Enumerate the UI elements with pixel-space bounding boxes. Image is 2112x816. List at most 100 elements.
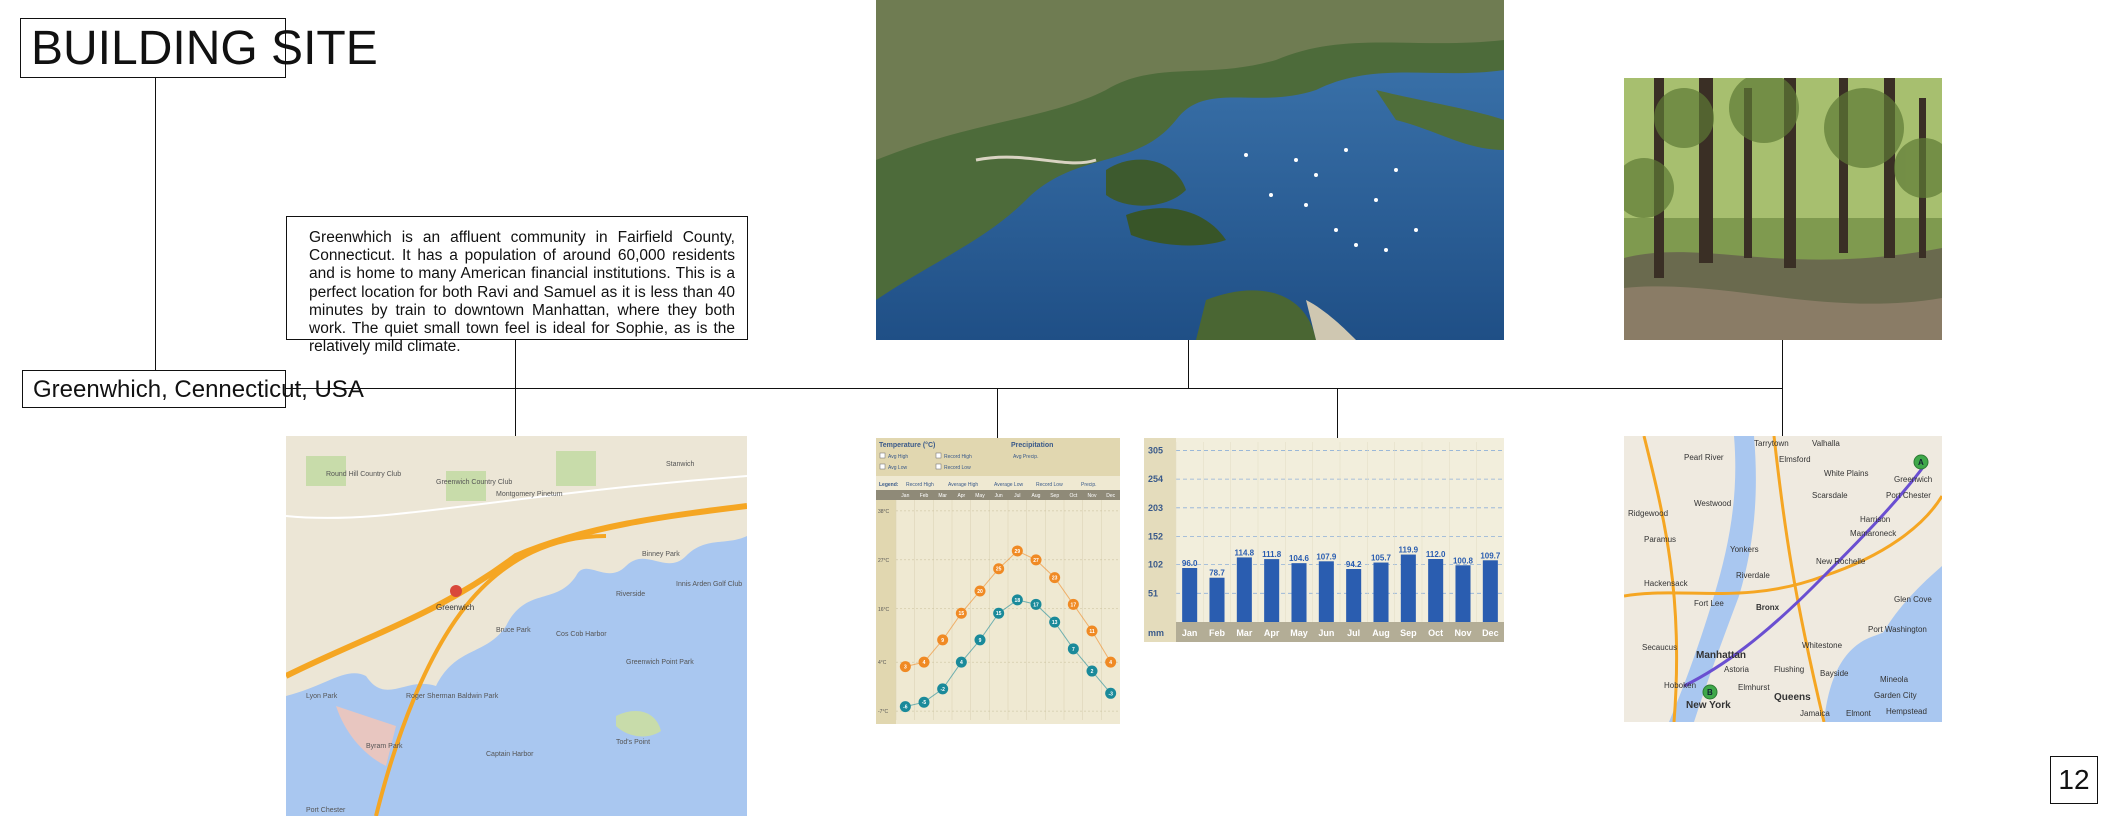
climate-point-label: 4 bbox=[960, 660, 963, 666]
precip-month-label: Jul bbox=[1347, 628, 1360, 638]
map2-label-9: New Rochelle bbox=[1816, 557, 1866, 566]
map2-label-8: Greenwich bbox=[1894, 475, 1932, 484]
map2-label-30: Jamaica bbox=[1800, 709, 1830, 718]
legend-item-0: Record High bbox=[906, 482, 934, 488]
precip-value-label: 78.7 bbox=[1209, 569, 1225, 578]
climate-point-label: 25 bbox=[996, 567, 1002, 573]
map1-label-7: Tod's Point bbox=[616, 739, 650, 746]
climate-y-tick: 4°C bbox=[878, 660, 887, 666]
map1-label-4: Bruce Park bbox=[496, 627, 531, 634]
precip-month-label: May bbox=[1290, 628, 1308, 638]
map2-label-7: Port Chester bbox=[1886, 491, 1931, 500]
precip-y-tick: 152 bbox=[1148, 532, 1163, 542]
site-description: Greenwhich is an affluent community in F… bbox=[286, 216, 748, 355]
map2-label-11: Bronx bbox=[1756, 603, 1780, 612]
precipitation-chart: 305 254 203 152 102 51 96.0 78.7 114.8 111.8 104.… bbox=[1144, 438, 1504, 642]
map2-label-12: Fort Lee bbox=[1694, 599, 1724, 608]
map1-label-0: Round Hill Country Club bbox=[326, 471, 401, 478]
precip-value-label: 94.2 bbox=[1346, 560, 1362, 569]
precip-month-label: Apr bbox=[1264, 628, 1280, 638]
timeline-axis bbox=[286, 388, 1783, 389]
map2-label-10: Yonkers bbox=[1730, 545, 1759, 554]
map2-label-2: Elmsford bbox=[1779, 455, 1811, 464]
map2-label-32: Hoboken bbox=[1664, 681, 1696, 690]
option-record-low-checkbox[interactable] bbox=[935, 463, 942, 470]
map2-label-28: Hempstead bbox=[1886, 707, 1927, 716]
map2-label-34: Riverdale bbox=[1736, 571, 1770, 580]
map2-label-31: Elmhurst bbox=[1738, 683, 1770, 692]
map1-label-10: Riverside bbox=[616, 591, 645, 598]
precip-value-label: 109.7 bbox=[1480, 551, 1501, 560]
climate-month-label: Feb bbox=[920, 493, 929, 499]
climate-point-label: -2 bbox=[940, 687, 945, 693]
map1-label-6: Byram Park bbox=[366, 743, 403, 750]
map1-label-5: Roger Sherman Baldwin Park bbox=[406, 693, 499, 700]
map1-label-1: Greenwich Country Club bbox=[436, 479, 512, 486]
precip-ylabel: mm bbox=[1148, 628, 1164, 638]
map2-label-33: Secaucus bbox=[1642, 643, 1677, 652]
precip-bar bbox=[1455, 565, 1471, 622]
climate-month-label: May bbox=[975, 493, 985, 499]
climate-month-label: Apr bbox=[957, 493, 965, 499]
precip-month-label: Nov bbox=[1454, 628, 1471, 638]
legend-item-1: Average High bbox=[948, 482, 978, 488]
map2-label-14: Paramus bbox=[1644, 535, 1676, 544]
climate-point-label: 23 bbox=[1052, 576, 1058, 582]
map2-label-23: Bayside bbox=[1820, 669, 1849, 678]
marker-b-label: B bbox=[1707, 688, 1713, 697]
climate-month-label: Jul bbox=[1014, 493, 1020, 499]
climate-y-tick: 16°C bbox=[878, 607, 890, 613]
precip-y-tick: 203 bbox=[1148, 503, 1163, 513]
map2-label-4: Scarsdale bbox=[1812, 491, 1848, 500]
legend-item-3: Record Low bbox=[1036, 482, 1063, 488]
map2-label-20: Queens bbox=[1774, 692, 1811, 703]
climate-point-label: 27 bbox=[1033, 558, 1039, 564]
option-avg-low-checkbox[interactable] bbox=[879, 463, 886, 470]
climate-point-label: -3 bbox=[1108, 691, 1113, 697]
page-title: BUILDING SITE bbox=[20, 18, 378, 78]
climate-point-label: 20 bbox=[977, 589, 983, 595]
precip-bar bbox=[1400, 554, 1416, 622]
precip-value-label: 96.0 bbox=[1182, 559, 1198, 568]
option-record-high-checkbox[interactable] bbox=[935, 452, 942, 459]
precip-value-label: 100.8 bbox=[1453, 556, 1474, 565]
location-label: Greenwhich, Cennecticut, USA bbox=[22, 370, 364, 408]
forest-photo bbox=[1624, 78, 1942, 340]
map1-label-16: Port Chester bbox=[306, 807, 346, 814]
climate-temp-header: Temperature (°C) bbox=[879, 441, 935, 449]
map1-label-9: Innis Arden Golf Club bbox=[676, 581, 742, 588]
climate-month-label: Dec bbox=[1106, 493, 1115, 499]
climate-month-label: Jun bbox=[995, 493, 1003, 499]
climate-point-label: 9 bbox=[979, 638, 982, 644]
climate-point-label: 17 bbox=[1033, 602, 1039, 608]
climate-y-tick: 38°C bbox=[878, 509, 890, 515]
map1-label-15: Lyon Park bbox=[306, 693, 338, 700]
marker-a-label: A bbox=[1918, 458, 1924, 467]
map1-label-8: Binney Park bbox=[642, 551, 680, 558]
climate-point-label: 9 bbox=[941, 638, 944, 644]
map1-label-12: Greenwich Point Park bbox=[626, 659, 694, 666]
climate-y-tick: 27°C bbox=[878, 558, 890, 564]
precip-bar bbox=[1373, 562, 1389, 622]
greenwich-local-map: Round Hill Country Club Greenwich Countr… bbox=[286, 436, 747, 816]
climate-point-label: 29 bbox=[1015, 549, 1021, 555]
precip-y-tick: 305 bbox=[1148, 445, 1163, 455]
climate-month-label: Nov bbox=[1088, 493, 1097, 499]
map2-label-26: Mineola bbox=[1880, 675, 1909, 684]
climate-point-label: 15 bbox=[996, 611, 1002, 617]
precip-month-label: Sep bbox=[1400, 628, 1417, 638]
map2-label-5: Harrison bbox=[1860, 515, 1890, 524]
precip-bar bbox=[1318, 561, 1334, 622]
title-connector bbox=[155, 78, 156, 370]
climate-chart: Temperature (°C) Precipitation Avg High … bbox=[876, 438, 1120, 724]
climate-precip-header: Precipitation bbox=[1011, 442, 1053, 449]
precip-value-label: 104.6 bbox=[1289, 554, 1310, 563]
precip-bar bbox=[1209, 577, 1225, 622]
climate-point-label: 17 bbox=[1071, 602, 1077, 608]
option-avg-high-checkbox[interactable] bbox=[879, 452, 886, 459]
map2-label-22: Astoria bbox=[1724, 665, 1749, 674]
map2-label-21: Flushing bbox=[1774, 665, 1804, 674]
connector-map1 bbox=[515, 340, 516, 438]
climate-month-label: Oct bbox=[1069, 493, 1077, 499]
climate-point-label: 4 bbox=[923, 660, 926, 666]
